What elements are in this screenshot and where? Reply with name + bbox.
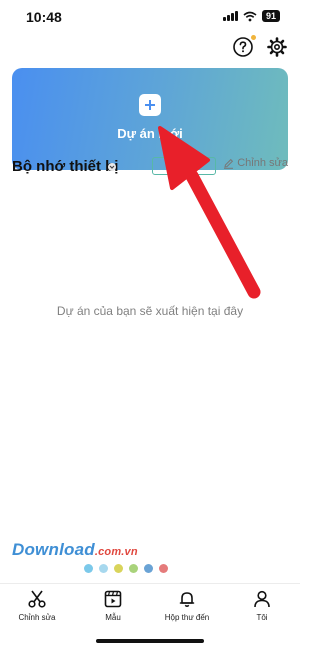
user-icon (254, 590, 270, 608)
decorative-dot (114, 564, 123, 573)
decorative-dot (129, 564, 138, 573)
decorative-dot (159, 564, 168, 573)
bell-icon (179, 592, 195, 607)
bottom-nav: Chỉnh sửa Mẫu Hộp thư đến Tôi (0, 583, 300, 634)
nav-item-inbox[interactable]: Hộp thư đến (152, 589, 222, 622)
nav-label-inbox: Hộp thư đến (164, 613, 210, 622)
decorative-dot (99, 564, 108, 573)
home-indicator (96, 639, 204, 643)
decorative-dot (84, 564, 93, 573)
nav-label-templates: Mẫu (105, 613, 121, 622)
nav-label-me: Tôi (256, 613, 268, 622)
watermark-dots (84, 564, 168, 573)
watermark-text: Download (12, 540, 95, 559)
nav-item-edit[interactable]: Chỉnh sửa (2, 589, 72, 622)
watermark-domain: .com.vn (94, 546, 138, 558)
scissors-icon (28, 590, 46, 608)
decorative-dot (144, 564, 153, 573)
nav-label-edit: Chỉnh sửa (18, 613, 56, 622)
nav-item-templates[interactable]: Mẫu (78, 589, 148, 622)
watermark: Download.com.vn (12, 540, 138, 560)
nav-item-me[interactable]: Tôi (227, 589, 297, 622)
template-icon (104, 590, 122, 608)
